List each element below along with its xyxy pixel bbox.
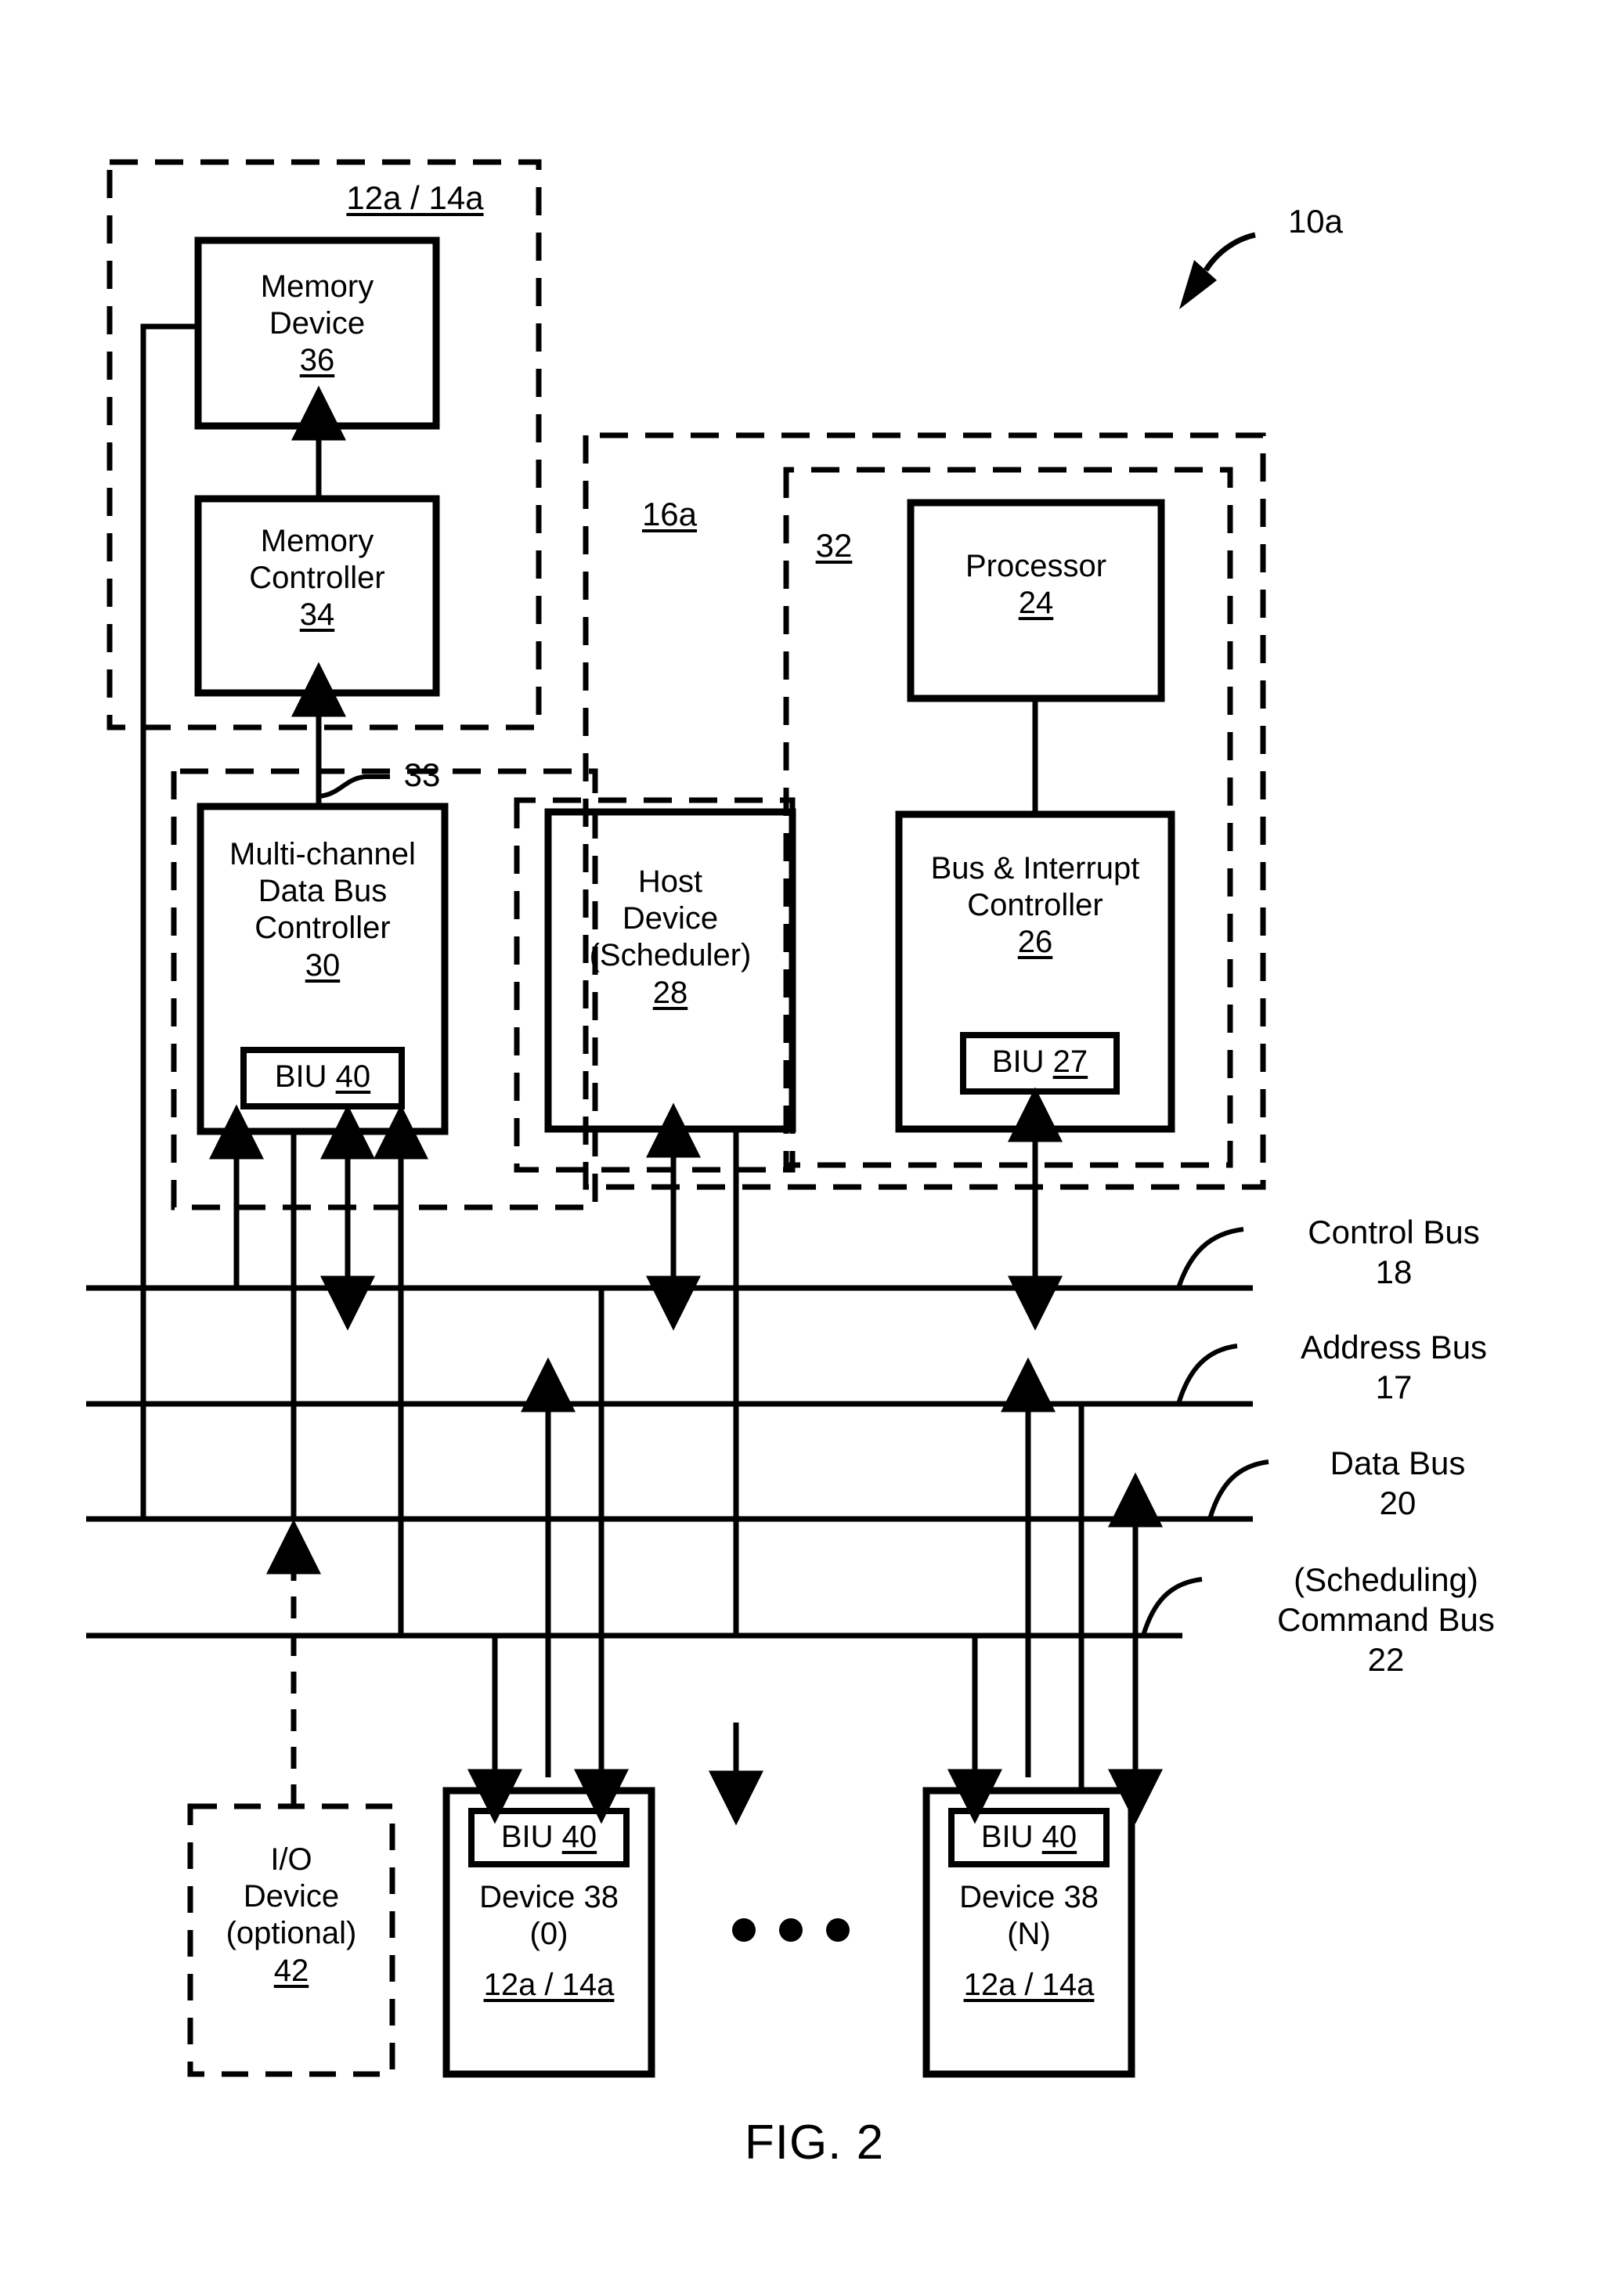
memory-device-label: Memory Device 36	[198, 269, 436, 380]
bus-label-data: Data Bus 20	[1269, 1443, 1527, 1523]
host-device-line3: (Scheduler)	[589, 938, 752, 973]
system-ref-arrow	[1204, 232, 1256, 272]
mdbc-biu-text: BIU	[274, 1059, 327, 1094]
io-device-line1: I/O	[270, 1842, 312, 1877]
mdbc-line3: Controller	[254, 911, 391, 946]
deviceN-label: Device 38 (N) 12a / 14a	[918, 1879, 1139, 2004]
device0-biu-ref: 40	[561, 1820, 597, 1854]
device0-line1: Device 38	[479, 1880, 619, 1914]
device0-biu-text: BIU	[500, 1820, 554, 1854]
bic-ref: 26	[1017, 925, 1053, 960]
deviceN-biu-label: BIU 40	[951, 1819, 1106, 1856]
mdbc-line2: Data Bus	[258, 874, 388, 909]
bic-label: Bus & Interrupt Controller 26	[893, 850, 1178, 961]
host-device-line1: Host	[637, 864, 703, 899]
deviceN-biu-text: BIU	[980, 1820, 1034, 1854]
address-bus-leader	[1176, 1344, 1238, 1405]
group-ref-host-16a: 16a	[641, 496, 698, 532]
bus-ref-address: 17	[1375, 1369, 1413, 1406]
group-memory-subsystem	[106, 159, 542, 731]
device0-line2: (0)	[529, 1917, 568, 1952]
memory-controller-line1: Memory	[260, 524, 374, 558]
memory-controller-ref: 34	[299, 597, 335, 633]
command-bus-leader	[1141, 1577, 1203, 1636]
device0-ref: 12a / 14a	[483, 1968, 615, 2003]
memory-controller-line2: Controller	[249, 561, 385, 596]
io-device-label: I/O Device (optional) 42	[182, 1842, 400, 1990]
bus-label-control: Control Bus 18	[1245, 1212, 1543, 1292]
io-device-line3: (optional)	[226, 1916, 357, 1951]
deviceN-line2: (N)	[1007, 1917, 1051, 1952]
group-ref-memory-subsystem: 12a / 14a	[346, 179, 484, 216]
deviceN-biu-ref: 40	[1041, 1820, 1077, 1854]
device0-label: Device 38 (0) 12a / 14a	[438, 1879, 659, 2004]
bus-name-data: Data Bus	[1330, 1445, 1466, 1481]
deviceN-ref: 12a / 14a	[963, 1968, 1095, 2003]
bus-name-address: Address Bus	[1300, 1329, 1488, 1365]
host-device-ref: 28	[652, 975, 688, 1010]
group-ref-processor-32: 32	[815, 527, 853, 564]
device-ellipsis-dots	[732, 1918, 850, 1942]
figure-caption: FIG. 2	[744, 2116, 885, 2170]
mdbc-line1: Multi-channel	[229, 837, 416, 871]
host-device-line2: Device	[622, 901, 719, 936]
io-device-line2: Device	[243, 1879, 340, 1914]
mdbc-biu-label: BIU 40	[244, 1059, 402, 1095]
processor-line1: Processor	[965, 549, 1107, 583]
control-bus-leader	[1176, 1227, 1244, 1289]
system-ref-arrowhead	[1179, 260, 1217, 309]
link-33-leader	[319, 774, 390, 799]
processor-ref: 24	[1018, 586, 1054, 621]
io-device-ref: 42	[273, 1953, 309, 1988]
bic-biu-ref: 27	[1052, 1044, 1088, 1079]
bus-label-address: Address Bus 17	[1237, 1327, 1550, 1407]
host-device-label: Host Device (Scheduler) 28	[540, 864, 800, 1012]
device0-biu-label: BIU 40	[471, 1819, 626, 1856]
bus-name-command-2: Command Bus	[1277, 1601, 1495, 1639]
link-ref-33: 33	[403, 756, 441, 793]
memory-device-left-tap	[140, 323, 198, 1519]
bic-biu-text: BIU	[991, 1044, 1045, 1079]
bus-name-command-1: (Scheduling)	[1294, 1561, 1478, 1598]
mdbc-biu-ref: 40	[335, 1059, 371, 1094]
memory-device-ref: 36	[299, 343, 335, 378]
bic-line1: Bus & Interrupt	[930, 851, 1140, 886]
data-bus-leader	[1207, 1459, 1269, 1520]
bic-biu-label: BIU 27	[963, 1044, 1117, 1080]
processor-label: Processor 24	[911, 548, 1161, 622]
bus-label-command: (Scheduling) Command Bus 22	[1210, 1560, 1562, 1680]
bus-name-control: Control Bus	[1308, 1214, 1480, 1250]
mdbc-label: Multi-channel Data Bus Controller 30	[193, 836, 453, 984]
memory-controller-label: Memory Controller 34	[190, 523, 444, 634]
bus-ref-command: 22	[1367, 1641, 1405, 1679]
system-ref-10a: 10a	[1287, 203, 1344, 240]
memory-device-line1: Memory	[260, 269, 374, 304]
deviceN-line1: Device 38	[959, 1880, 1099, 1914]
bus-ref-control: 18	[1375, 1254, 1413, 1291]
mdbc-ref: 30	[305, 947, 341, 983]
bus-ref-data: 20	[1379, 1485, 1416, 1522]
bic-line2: Controller	[967, 888, 1103, 923]
memory-device-line2: Device	[269, 306, 366, 341]
